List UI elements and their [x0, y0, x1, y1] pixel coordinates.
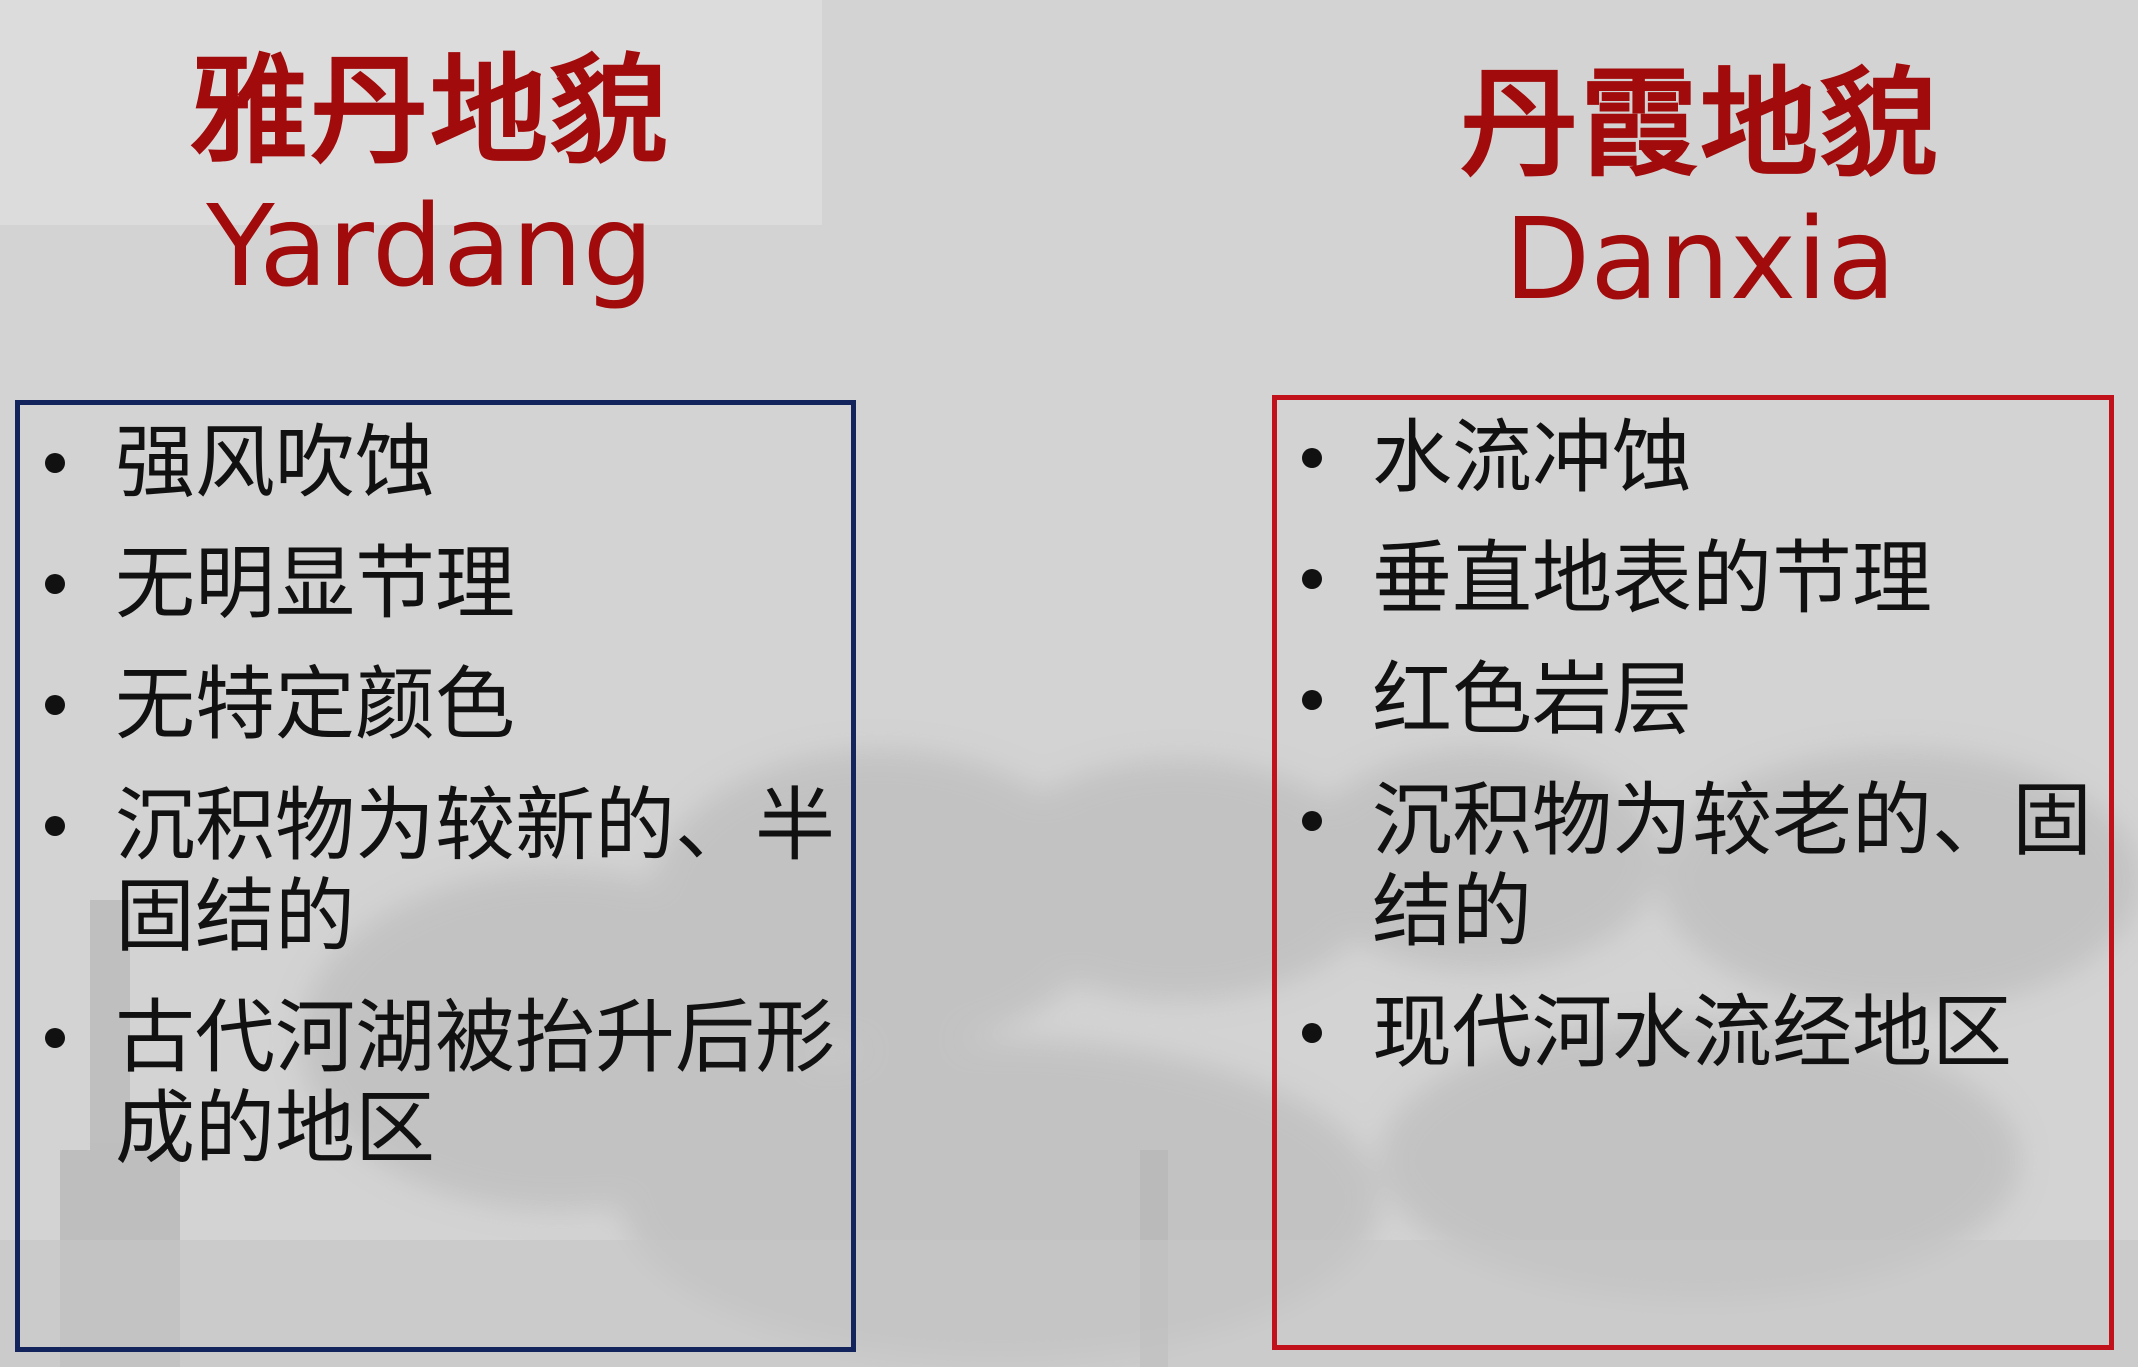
list-item-text: 红色岩层 [1372, 653, 1692, 746]
list-item-text: 沉积物为较老的、固结的 [1372, 774, 2092, 958]
list-item-text: 现代河水流经地区 [1372, 986, 2012, 1079]
yardang-heading: 雅丹地貌 Yardang [110, 42, 750, 314]
list-item-text: 古代河湖被抬升后形成的地区 [115, 991, 835, 1175]
list-item-text: 无特定颜色 [115, 658, 515, 751]
list-item-text: 垂直地表的节理 [1372, 532, 1932, 625]
bullet-icon [1302, 811, 1322, 831]
bullet-icon [45, 695, 65, 715]
bullet-icon [45, 574, 65, 594]
list-item: 无明显节理 [20, 538, 851, 629]
bullet-icon [1302, 1023, 1322, 1043]
bullet-icon [45, 453, 65, 473]
list-item: 红色岩层 [1277, 654, 2109, 745]
list-item: 水流冲蚀 [1277, 412, 2109, 503]
danxia-title-chinese: 丹霞地貌 [1459, 54, 1940, 193]
list-item-text: 水流冲蚀 [1372, 411, 1692, 504]
bullet-icon [1302, 690, 1322, 710]
list-item: 沉积物为较老的、固结的 [1277, 775, 2109, 957]
bullet-icon [45, 1028, 65, 1048]
bullet-icon [1302, 569, 1322, 589]
yardang-title-english: Yardang [206, 182, 654, 312]
danxia-heading: 丹霞地貌 Danxia [1380, 55, 2020, 327]
list-item: 无特定颜色 [20, 659, 851, 750]
yardang-title-chinese: 雅丹地貌 [189, 41, 670, 180]
list-item: 垂直地表的节理 [1277, 533, 2109, 624]
list-item: 沉积物为较新的、半固结的 [20, 780, 851, 962]
danxia-features-box: 水流冲蚀 垂直地表的节理 红色岩层 沉积物为较老的、固结的 现代河水流经地区 [1272, 395, 2114, 1350]
list-item: 现代河水流经地区 [1277, 987, 2109, 1078]
list-item-text: 强风吹蚀 [115, 416, 435, 509]
list-item-text: 沉积物为较新的、半固结的 [115, 779, 835, 963]
list-item-text: 无明显节理 [115, 537, 515, 630]
list-item: 古代河湖被抬升后形成的地区 [20, 992, 851, 1174]
danxia-title-english: Danxia [1504, 195, 1896, 325]
yardang-features-list: 强风吹蚀 无明显节理 无特定颜色 沉积物为较新的、半固结的 古代河湖被抬升后形成… [20, 405, 851, 1174]
list-item: 强风吹蚀 [20, 417, 851, 508]
yardang-features-box: 强风吹蚀 无明显节理 无特定颜色 沉积物为较新的、半固结的 古代河湖被抬升后形成… [15, 400, 856, 1352]
bullet-icon [45, 816, 65, 836]
bullet-icon [1302, 448, 1322, 468]
danxia-features-list: 水流冲蚀 垂直地表的节理 红色岩层 沉积物为较老的、固结的 现代河水流经地区 [1277, 400, 2109, 1078]
